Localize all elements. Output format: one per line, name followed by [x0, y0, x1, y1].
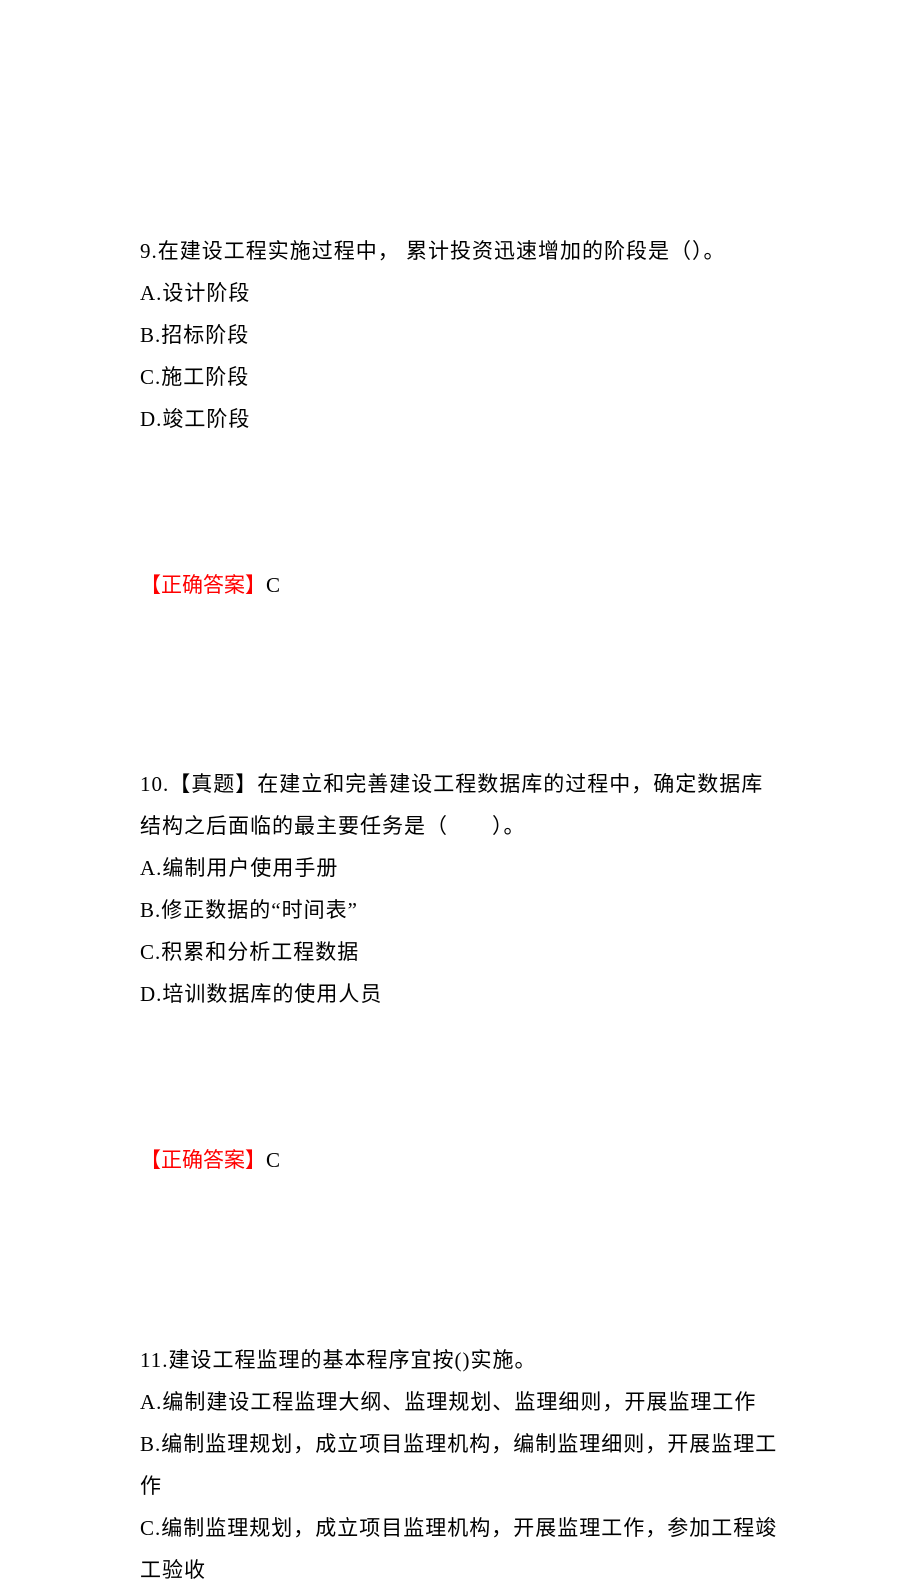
question-number: 9. — [140, 239, 158, 263]
answer-value: C — [266, 573, 280, 597]
question-stem: 9.在建设工程实施过程中， 累计投资迅速增加的阶段是（）。 — [140, 230, 780, 272]
option-b: B.修正数据的“时间表” — [140, 889, 780, 931]
spacer — [140, 1223, 780, 1339]
option-c: C.积累和分析工程数据 — [140, 931, 780, 973]
option-c: C.施工阶段 — [140, 356, 780, 398]
answer-value: C — [266, 1148, 280, 1172]
option-a: A.编制建设工程监理大纲、监理规划、监理细则，开展监理工作 — [140, 1381, 780, 1423]
question-block-10: 10.【真题】在建立和完善建设工程数据库的过程中，确定数据库结构之后面临的最主要… — [140, 763, 780, 1181]
spacer — [140, 1015, 780, 1131]
document-page: 9.在建设工程实施过程中， 累计投资迅速增加的阶段是（）。 A.设计阶段 B.招… — [0, 0, 920, 1591]
option-a: A.编制用户使用手册 — [140, 847, 780, 889]
question-block-9: 9.在建设工程实施过程中， 累计投资迅速增加的阶段是（）。 A.设计阶段 B.招… — [140, 230, 780, 606]
option-c: C.编制监理规划，成立项目监理机构，开展监理工作，参加工程竣工验收 — [140, 1507, 780, 1591]
option-d: D.竣工阶段 — [140, 398, 780, 440]
spacer — [140, 440, 780, 556]
answer-line: 【正确答案】C — [140, 1139, 780, 1181]
option-a: A.设计阶段 — [140, 272, 780, 314]
question-number: 11. — [140, 1348, 168, 1372]
answer-label: 【正确答案】 — [140, 1148, 266, 1172]
spacer — [140, 648, 780, 764]
question-stem: 11.建设工程监理的基本程序宜按()实施。 — [140, 1339, 780, 1381]
question-text: 【真题】在建立和完善建设工程数据库的过程中，确定数据库结构之后面临的最主要任务是… — [140, 772, 763, 838]
question-text: 建设工程监理的基本程序宜按()实施。 — [168, 1348, 536, 1372]
option-b: B.编制监理规划，成立项目监理机构，编制监理细则，开展监理工作 — [140, 1423, 780, 1507]
answer-label: 【正确答案】 — [140, 573, 266, 597]
question-stem: 10.【真题】在建立和完善建设工程数据库的过程中，确定数据库结构之后面临的最主要… — [140, 763, 780, 847]
answer-line: 【正确答案】C — [140, 564, 780, 606]
question-text: 在建设工程实施过程中， 累计投资迅速增加的阶段是（）。 — [158, 239, 726, 263]
question-number: 10. — [140, 772, 169, 796]
option-d: D.培训数据库的使用人员 — [140, 973, 780, 1015]
option-b: B.招标阶段 — [140, 314, 780, 356]
question-block-11: 11.建设工程监理的基本程序宜按()实施。 A.编制建设工程监理大纲、监理规划、… — [140, 1339, 780, 1591]
